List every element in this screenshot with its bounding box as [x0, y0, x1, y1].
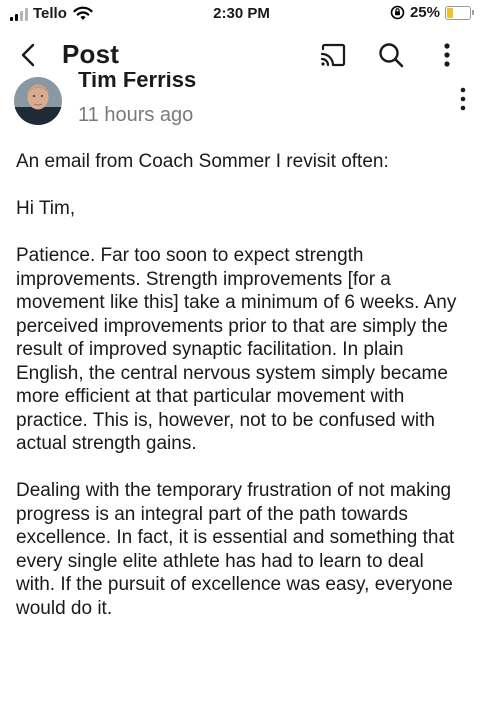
- post-paragraph: An email from Coach Sommer I revisit oft…: [16, 151, 389, 172]
- search-icon[interactable]: [376, 40, 406, 70]
- post-options-button[interactable]: [453, 84, 473, 114]
- orientation-lock-icon: [390, 5, 405, 20]
- post-body: An email from Coach Sommer I revisit oft…: [16, 150, 466, 620]
- cast-icon[interactable]: [318, 40, 348, 70]
- author-name[interactable]: Tim Ferriss: [78, 72, 196, 93]
- post: Tim Ferriss 11 hours ago An email from C…: [0, 72, 483, 720]
- back-button[interactable]: [14, 40, 44, 70]
- more-vertical-icon[interactable]: [432, 40, 462, 70]
- post-paragraph: Hi Tim,: [16, 198, 76, 219]
- post-timestamp: 11 hours ago: [78, 104, 194, 126]
- post-paragraph: Dealing with the temporary frustration o…: [16, 480, 455, 619]
- battery-icon: [445, 5, 474, 20]
- page-title: Post: [62, 39, 120, 69]
- battery-fill: [447, 7, 453, 18]
- status-right: 25%: [390, 4, 474, 21]
- post-paragraph: Patience. Far too soon to expect strengt…: [16, 245, 457, 454]
- battery-percent: 25%: [409, 4, 440, 21]
- author-avatar[interactable]: [14, 77, 62, 125]
- status-bar: Tello 2:30 PM 25%: [0, 0, 483, 30]
